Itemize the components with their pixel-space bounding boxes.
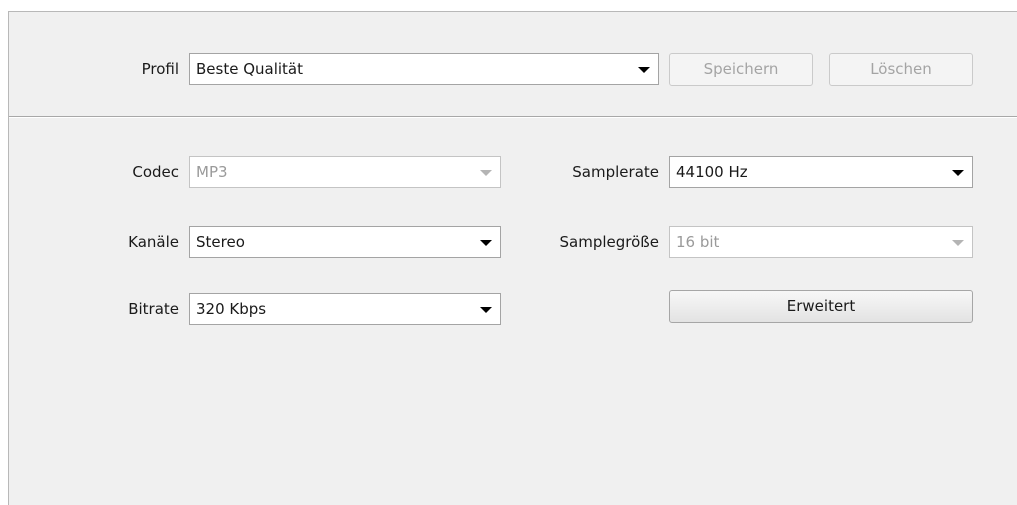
chevron-down-icon	[480, 307, 492, 313]
chevron-down-icon	[480, 240, 492, 246]
samplerate-value: 44100 Hz	[676, 163, 748, 181]
section-divider	[9, 116, 1017, 118]
save-profile-button[interactable]: Speichern	[669, 53, 813, 86]
samplesize-label: Samplegröße	[559, 233, 659, 251]
samplesize-value: 16 bit	[676, 233, 720, 251]
samplesize-select[interactable]: 16 bit	[669, 226, 973, 258]
samplerate-label: Samplerate	[572, 163, 659, 181]
channels-value: Stereo	[196, 233, 245, 251]
delete-profile-button[interactable]: Löschen	[829, 53, 973, 86]
codec-label: Codec	[132, 163, 179, 181]
audio-settings-panel: Profil Beste Qualität Speichern Löschen …	[8, 11, 1017, 505]
channels-label: Kanäle	[128, 233, 179, 251]
chevron-down-icon	[480, 170, 492, 176]
chevron-down-icon	[638, 67, 650, 73]
profile-value: Beste Qualität	[196, 60, 304, 78]
bitrate-value: 320 Kbps	[196, 300, 267, 318]
advanced-button[interactable]: Erweitert	[669, 290, 973, 323]
bitrate-label: Bitrate	[128, 300, 179, 318]
profile-label: Profil	[141, 60, 179, 78]
profile-select[interactable]: Beste Qualität	[189, 53, 659, 85]
codec-value: MP3	[196, 163, 228, 181]
chevron-down-icon	[952, 240, 964, 246]
codec-select[interactable]: MP3	[189, 156, 501, 188]
samplerate-select[interactable]: 44100 Hz	[669, 156, 973, 188]
bitrate-select[interactable]: 320 Kbps	[189, 293, 501, 325]
channels-select[interactable]: Stereo	[189, 226, 501, 258]
chevron-down-icon	[952, 170, 964, 176]
